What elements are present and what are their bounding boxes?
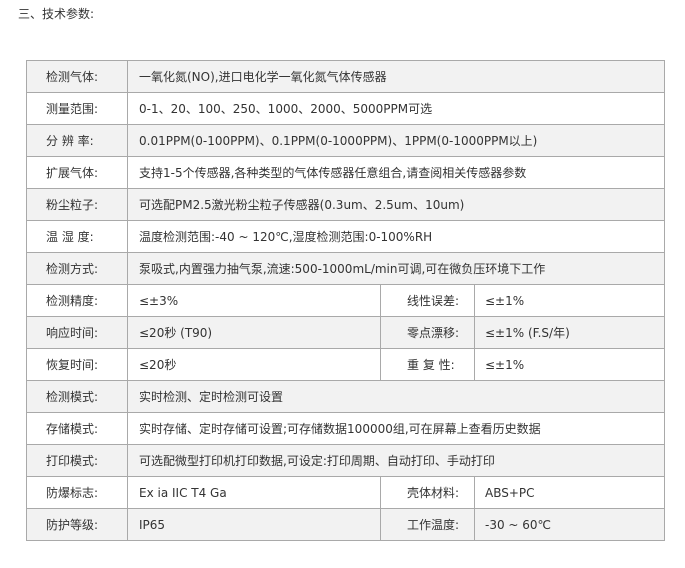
row-label: 检测方式: bbox=[26, 252, 128, 285]
row-value: Ex ia IIC T4 Ga bbox=[127, 476, 381, 509]
row-value: 泵吸式,内置强力抽气泵,流速:500-1000mL/min可调,可在微负压环境下… bbox=[126, 252, 666, 285]
table-row: 检测方式: 泵吸式,内置强力抽气泵,流速:500-1000mL/min可调,可在… bbox=[26, 252, 666, 285]
row-label-secondary: 零点漂移: bbox=[380, 316, 475, 349]
spec-table: 检测气体: 一氧化氮(NO),进口电化学一氧化氮气体传感器 测量范围: 0-1、… bbox=[26, 60, 666, 541]
row-label: 检测模式: bbox=[26, 380, 128, 413]
row-value-secondary: ABS+PC bbox=[473, 476, 666, 509]
row-label: 恢复时间: bbox=[26, 348, 128, 381]
table-row: 扩展气体: 支持1-5个传感器,各种类型的气体传感器任意组合,请查阅相关传感器参… bbox=[26, 156, 666, 189]
row-label: 温 湿 度: bbox=[26, 220, 128, 253]
row-label: 存储模式: bbox=[26, 412, 128, 445]
row-label: 分 辨 率: bbox=[26, 124, 128, 157]
row-value-secondary: ≤±1% bbox=[473, 284, 666, 317]
table-row: 检测精度: ≤±3% 线性误差: ≤±1% bbox=[26, 284, 666, 317]
row-label-secondary: 壳体材料: bbox=[380, 476, 475, 509]
row-label-secondary: 线性误差: bbox=[380, 284, 475, 317]
table-row: 响应时间: ≤20秒 (T90) 零点漂移: ≤±1% (F.S/年) bbox=[26, 316, 666, 349]
row-label-secondary: 工作温度: bbox=[380, 508, 475, 541]
table-row: 打印模式: 可选配微型打印机打印数据,可设定:打印周期、自动打印、手动打印 bbox=[26, 444, 666, 477]
row-value: 0-1、20、100、250、1000、2000、5000PPM可选 bbox=[126, 92, 666, 125]
row-label: 检测精度: bbox=[26, 284, 128, 317]
table-row: 测量范围: 0-1、20、100、250、1000、2000、5000PPM可选 bbox=[26, 92, 666, 125]
table-row: 检测气体: 一氧化氮(NO),进口电化学一氧化氮气体传感器 bbox=[26, 60, 666, 93]
table-row: 分 辨 率: 0.01PPM(0-100PPM)、0.1PPM(0-1000PP… bbox=[26, 124, 666, 157]
table-row: 防护等级: IP65 工作温度: -30 ~ 60℃ bbox=[26, 508, 666, 541]
row-value: ≤±3% bbox=[127, 284, 381, 317]
row-label: 防护等级: bbox=[26, 508, 128, 541]
row-value: ≤20秒 bbox=[127, 348, 381, 381]
section-heading: 三、技术参数: bbox=[18, 7, 95, 21]
row-value: 可选配PM2.5激光粉尘粒子传感器(0.3um、2.5um、10um) bbox=[126, 188, 666, 221]
row-value: 0.01PPM(0-100PPM)、0.1PPM(0-1000PPM)、1PPM… bbox=[126, 124, 666, 157]
row-label: 粉尘粒子: bbox=[26, 188, 128, 221]
row-value: 支持1-5个传感器,各种类型的气体传感器任意组合,请查阅相关传感器参数 bbox=[126, 156, 666, 189]
table-row: 检测模式: 实时检测、定时检测可设置 bbox=[26, 380, 666, 413]
row-value: 实时检测、定时检测可设置 bbox=[126, 380, 666, 413]
row-label-secondary: 重 复 性: bbox=[380, 348, 475, 381]
row-label: 防爆标志: bbox=[26, 476, 128, 509]
table-row: 粉尘粒子: 可选配PM2.5激光粉尘粒子传感器(0.3um、2.5um、10um… bbox=[26, 188, 666, 221]
row-label: 打印模式: bbox=[26, 444, 128, 477]
row-label: 测量范围: bbox=[26, 92, 128, 125]
row-value: IP65 bbox=[127, 508, 381, 541]
table-row: 存储模式: 实时存储、定时存储可设置;可存储数据100000组,可在屏幕上查看历… bbox=[26, 412, 666, 445]
table-row: 恢复时间: ≤20秒 重 复 性: ≤±1% bbox=[26, 348, 666, 381]
row-value: 实时存储、定时存储可设置;可存储数据100000组,可在屏幕上查看历史数据 bbox=[126, 412, 666, 445]
row-value-secondary: ≤±1% bbox=[473, 348, 666, 381]
row-label: 检测气体: bbox=[26, 60, 128, 93]
row-value: 一氧化氮(NO),进口电化学一氧化氮气体传感器 bbox=[126, 60, 666, 93]
row-label: 响应时间: bbox=[26, 316, 128, 349]
row-value: ≤20秒 (T90) bbox=[127, 316, 381, 349]
row-value: 可选配微型打印机打印数据,可设定:打印周期、自动打印、手动打印 bbox=[126, 444, 666, 477]
row-value: 温度检测范围:-40 ~ 120℃,湿度检测范围:0-100%RH bbox=[126, 220, 666, 253]
row-value-secondary: ≤±1% (F.S/年) bbox=[473, 316, 666, 349]
row-value-secondary: -30 ~ 60℃ bbox=[473, 508, 666, 541]
table-row: 防爆标志: Ex ia IIC T4 Ga 壳体材料: ABS+PC bbox=[26, 476, 666, 509]
table-row: 温 湿 度: 温度检测范围:-40 ~ 120℃,湿度检测范围:0-100%RH bbox=[26, 220, 666, 253]
row-label: 扩展气体: bbox=[26, 156, 128, 189]
